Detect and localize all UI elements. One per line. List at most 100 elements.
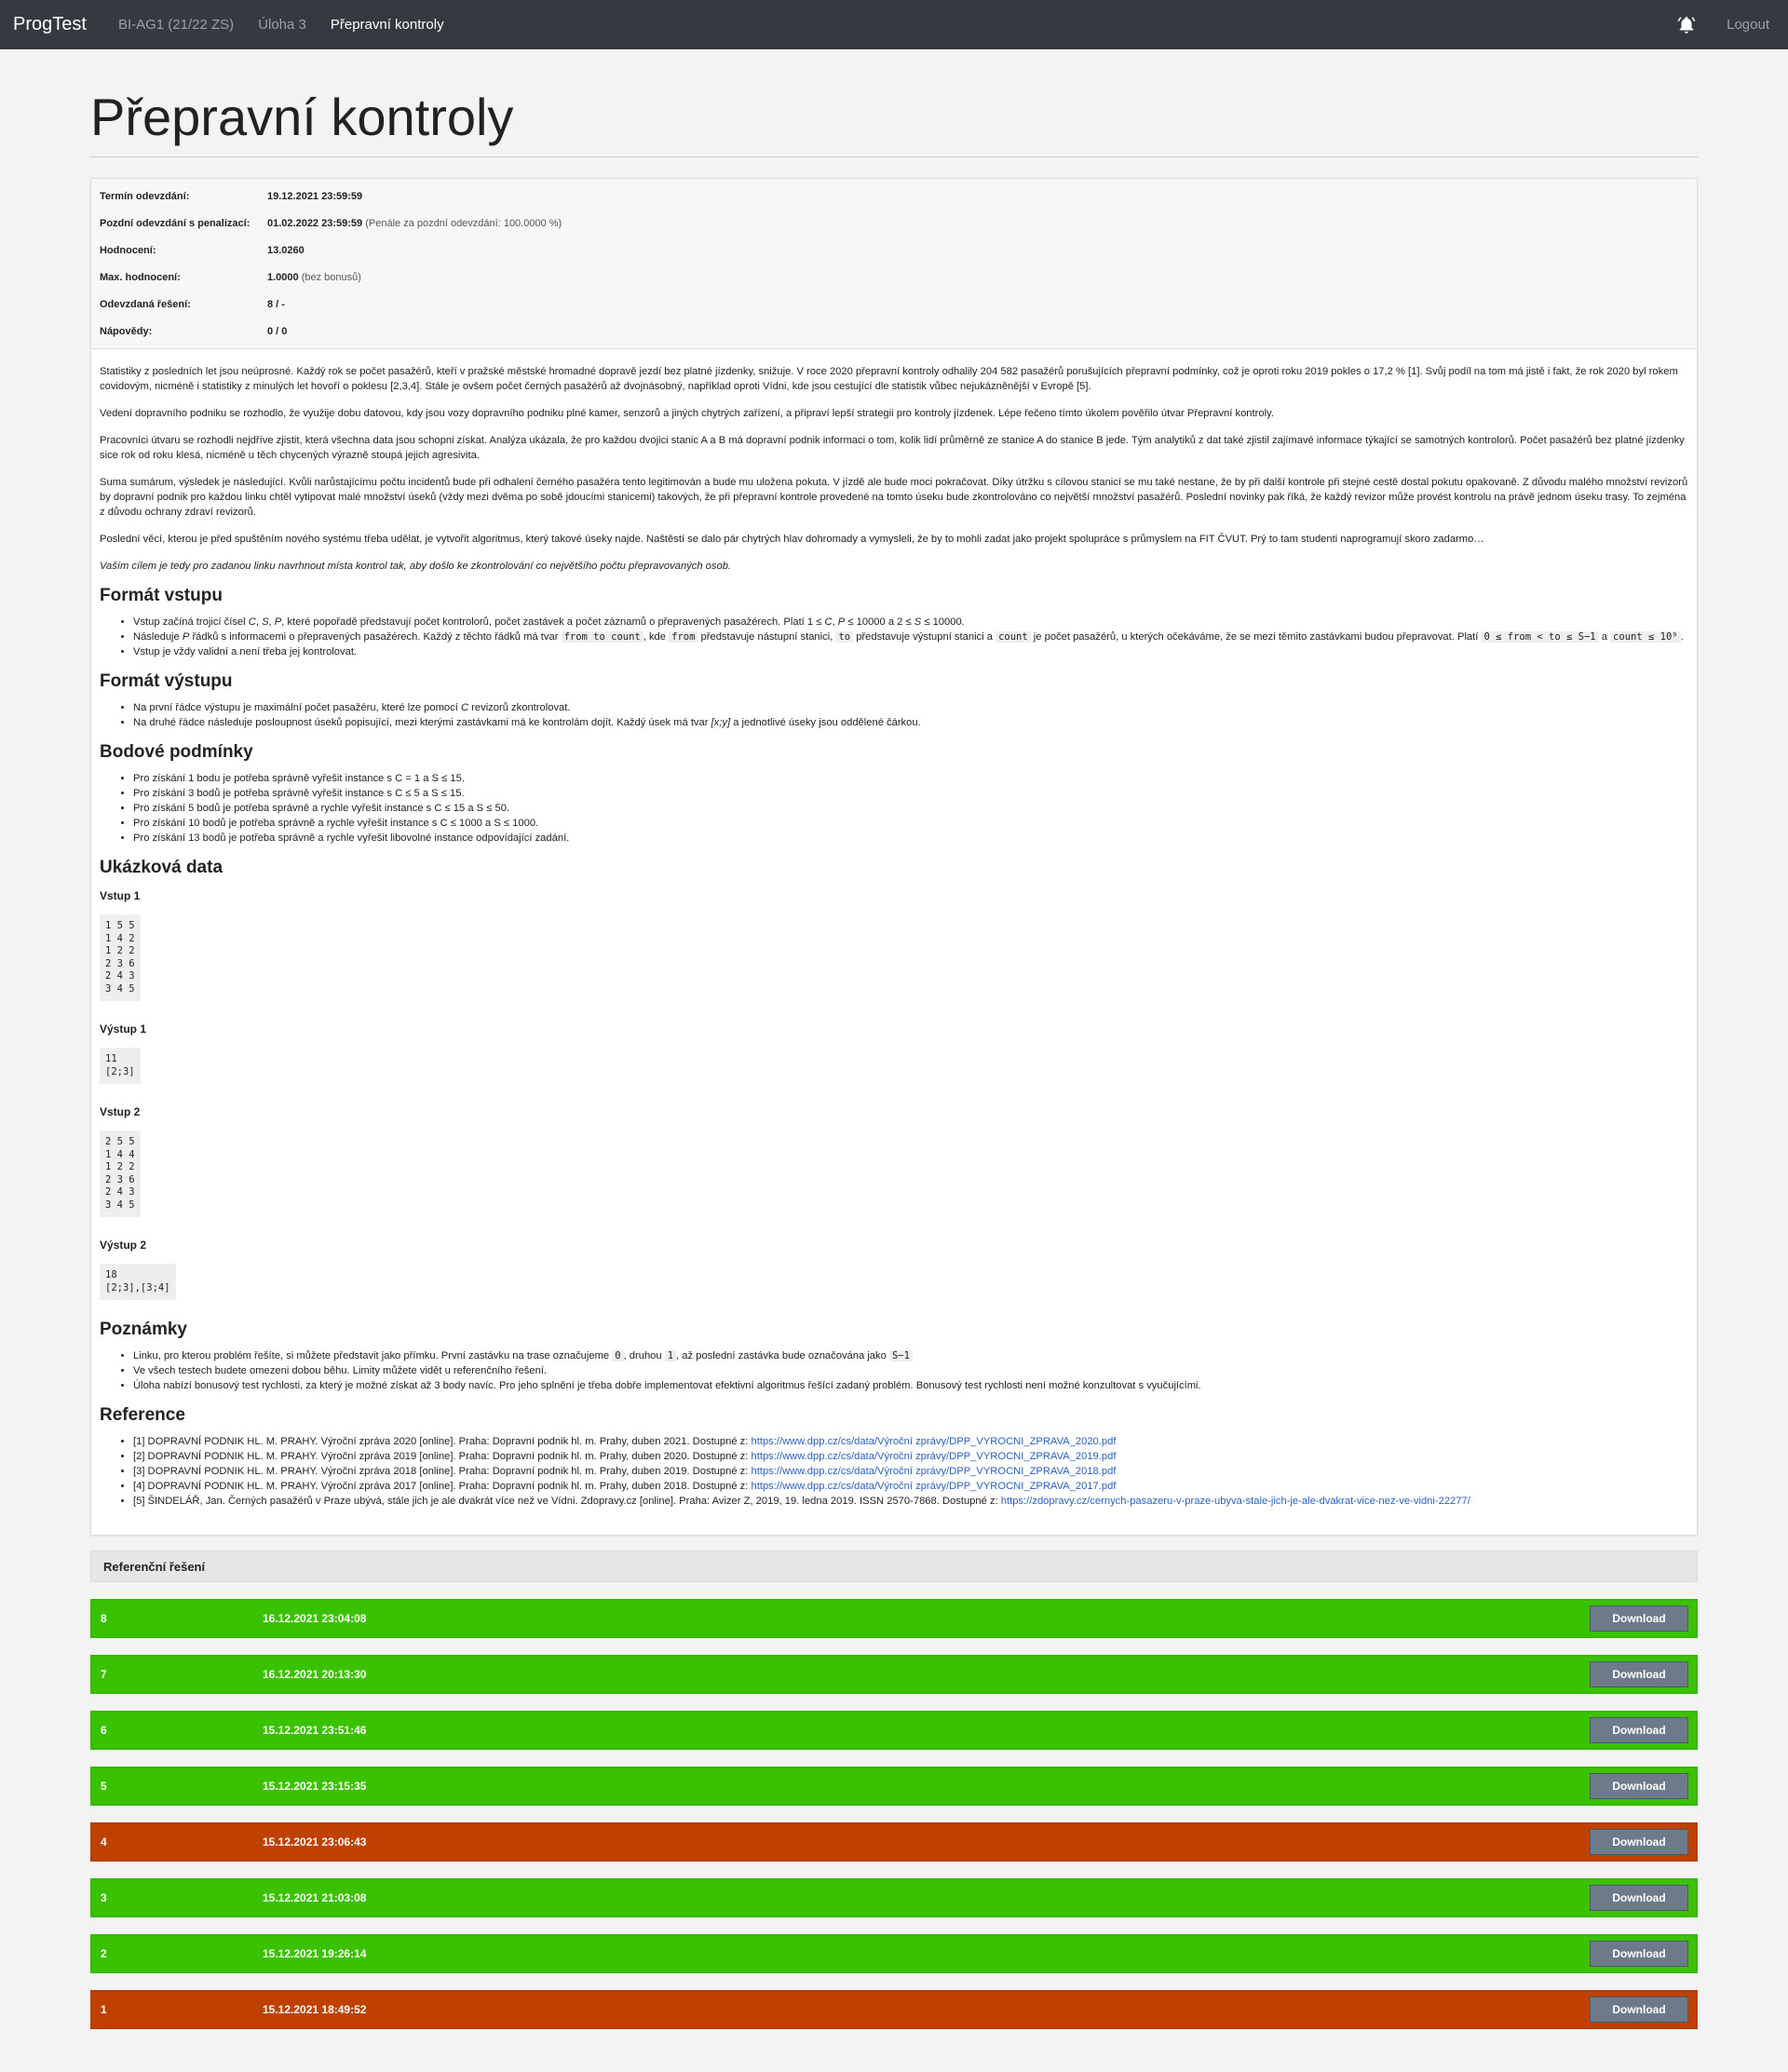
breadcrumb-current[interactable]: Přepravní kontroly	[331, 17, 444, 33]
intro-paragraph: Suma sumárum, výsledek je následující. K…	[100, 477, 1688, 518]
submission-row[interactable]: 2 15.12.2021 19:26:14 Download	[90, 1934, 1698, 1973]
submission-row[interactable]: 6 15.12.2021 23:51:46 Download	[90, 1711, 1698, 1750]
info-row: Nápovědy: 0 / 0	[91, 318, 1697, 345]
output-format-list: Na první řádce výstupu je maximální poče…	[100, 700, 1688, 730]
reference-link[interactable]: https://www.dpp.cz/cs/data/Výroční zpráv…	[752, 1451, 1117, 1462]
sample-label: Výstup 1	[100, 1022, 147, 1036]
list-item: Pro získání 3 bodů je potřeba správně vy…	[133, 786, 1688, 801]
task-description: Statistiky z posledních let jsou neúpros…	[91, 349, 1697, 1535]
submission-date: 15.12.2021 23:51:46	[263, 1724, 367, 1737]
goal-text: Vaším cílem je tedy pro zadanou linku na…	[100, 561, 732, 572]
submission-number: 2	[101, 1947, 107, 1960]
info-label: Max. hodnocení:	[100, 271, 181, 283]
submission-date: 16.12.2021 20:13:30	[263, 1668, 367, 1681]
task-info: Termín odevzdání: 19.12.2021 23:59:59 Pozd…	[91, 179, 1697, 349]
list-item: Pro získání 13 bodů je potřeba správně a…	[133, 831, 1688, 846]
samples-heading: Ukázková data	[100, 858, 224, 877]
task-card: Termín odevzdání: 19.12.2021 23:59:59 Pozd…	[90, 178, 1698, 1536]
submission-number: 7	[101, 1668, 107, 1681]
submission-row[interactable]: 1 15.12.2021 18:49:52 Download	[90, 1990, 1698, 2029]
download-button[interactable]: Download	[1590, 1661, 1688, 1687]
info-value: 01.02.2022 23:59:59 (Penále za pozdní od…	[267, 218, 562, 229]
submission-row[interactable]: 8 16.12.2021 23:04:08 Download	[90, 1599, 1698, 1638]
reference-item: [4] DOPRAVNÍ PODNIK HL. M. PRAHY. Výročn…	[133, 1479, 1688, 1494]
samples-list: Vstup 1 1 5 5 1 4 2 1 2 2 2 3 6 2 4 3 3 4…	[100, 888, 1688, 1307]
sample-label: Vstup 1	[100, 889, 141, 902]
references-list: [1] DOPRAVNÍ PODNIK HL. M. PRAHY. Výročn…	[100, 1434, 1688, 1509]
list-item: Pro získání 10 bodů je potřeba správně a…	[133, 816, 1688, 831]
top-navbar: ProgTest BI-AG1 (21/22 ZS) Úloha 3 Přepr…	[0, 0, 1788, 49]
info-label: Termín odevzdání:	[100, 190, 190, 202]
info-value-main: 01.02.2022 23:59:59	[267, 217, 363, 229]
info-value: 8 / -	[267, 299, 285, 310]
info-note: (Penále za pozdní odevzdání: 100.0000 %)	[365, 217, 562, 229]
notes-heading: Poznámky	[100, 1320, 187, 1339]
info-value: 19.12.2021 23:59:59	[267, 191, 362, 202]
sample-code: 2 5 5 1 4 4 1 2 2 2 3 6 2 4 3 3 4 5	[100, 1131, 141, 1217]
reference-link[interactable]: https://zdopravy.cz/cernych-pasazeru-v-p…	[1001, 1496, 1470, 1507]
download-button[interactable]: Download	[1590, 1773, 1688, 1799]
download-button[interactable]: Download	[1590, 1997, 1688, 2023]
info-label: Nápovědy:	[100, 325, 153, 337]
sample-label: Vstup 2	[100, 1105, 141, 1118]
info-label: Odevzdaná řešení:	[100, 298, 191, 310]
breadcrumb-course[interactable]: BI-AG1 (21/22 ZS)	[118, 17, 234, 33]
submission-date: 15.12.2021 21:03:08	[263, 1891, 367, 1904]
submissions-list: 8 16.12.2021 23:04:08 Download 7 16.12.2021 …	[90, 1599, 1698, 2029]
info-value: 1.0000 (bez bonusů)	[267, 272, 361, 283]
breadcrumb-task[interactable]: Úloha 3	[258, 17, 306, 33]
download-button[interactable]: Download	[1590, 1829, 1688, 1855]
info-note: (bez bonusů)	[301, 271, 361, 283]
submission-row[interactable]: 3 15.12.2021 21:03:08 Download	[90, 1878, 1698, 1917]
list-item: Úloha nabízí bonusový test rychlosti, za…	[133, 1378, 1688, 1393]
references-heading: Reference	[100, 1405, 185, 1425]
logout-link[interactable]: Logout	[1727, 17, 1769, 33]
brand-link[interactable]: ProgTest	[13, 14, 87, 35]
submission-row[interactable]: 5 15.12.2021 23:15:35 Download	[90, 1767, 1698, 1806]
info-value-main: 8 / -	[267, 298, 285, 310]
info-value: 13.0260	[267, 245, 305, 256]
bell-icon[interactable]	[1676, 15, 1697, 35]
reference-link[interactable]: https://www.dpp.cz/cs/data/Výroční zpráv…	[752, 1436, 1117, 1447]
info-value-main: 13.0260	[267, 244, 305, 256]
info-label: Pozdní odevzdání s penalizací:	[100, 217, 251, 229]
intro-paragraph: Vedení dopravního podniku se rozhodlo, ž…	[100, 408, 1274, 419]
input-format-list: Vstup začíná trojicí čísel C, S, P, kter…	[100, 615, 1688, 659]
reference-item: [5] ŠINDELÁŘ, Jan. Černých pasažérů v Pr…	[133, 1494, 1688, 1509]
submission-date: 15.12.2021 23:06:43	[263, 1835, 367, 1849]
sample-code: 18 [2;3],[3;4]	[100, 1264, 176, 1300]
reference-link[interactable]: https://www.dpp.cz/cs/data/Výroční zpráv…	[752, 1481, 1117, 1492]
info-value-main: 0 / 0	[267, 325, 288, 337]
reference-item: [3] DOPRAVNÍ PODNIK HL. M. PRAHY. Výročn…	[133, 1464, 1688, 1479]
reference-link[interactable]: https://www.dpp.cz/cs/data/Výroční zpráv…	[752, 1466, 1117, 1477]
sample-code: 1 5 5 1 4 2 1 2 2 2 3 6 2 4 3 3 4 5	[100, 914, 141, 1001]
reference-solution-header[interactable]: Referenční řešení	[90, 1551, 1698, 1582]
notes-list: Linku, pro kterou problém řešíte, si můž…	[100, 1348, 1688, 1393]
submission-date: 15.12.2021 23:15:35	[263, 1780, 367, 1793]
download-button[interactable]: Download	[1590, 1885, 1688, 1911]
submission-number: 8	[101, 1612, 107, 1625]
submission-row[interactable]: 4 15.12.2021 23:06:43 Download	[90, 1822, 1698, 1862]
intro-paragraph: Poslední věcí, kterou je před spuštěním …	[100, 534, 1484, 545]
reference-text: [4] DOPRAVNÍ PODNIK HL. M. PRAHY. Výročn…	[133, 1481, 752, 1492]
submission-number: 4	[101, 1835, 107, 1849]
download-button[interactable]: Download	[1590, 1605, 1688, 1632]
info-value-main: 1.0000	[267, 271, 299, 283]
submission-number: 6	[101, 1724, 107, 1737]
download-button[interactable]: Download	[1590, 1941, 1688, 1967]
info-label: Hodnocení:	[100, 244, 156, 256]
download-button[interactable]: Download	[1590, 1717, 1688, 1743]
submission-date: 15.12.2021 19:26:14	[263, 1947, 367, 1960]
sample-label: Výstup 2	[100, 1239, 147, 1252]
page-content: Přepravní kontroly Termín odevzdání: 19.1…	[90, 49, 1698, 2029]
reference-text: [3] DOPRAVNÍ PODNIK HL. M. PRAHY. Výročn…	[133, 1466, 752, 1477]
reference-text: [5] ŠINDELÁŘ, Jan. Černých pasažérů v Pr…	[133, 1496, 1001, 1507]
list-item: Vstup začíná trojicí čísel C, S, P, kter…	[133, 615, 1688, 630]
info-row: Pozdní odevzdání s penalizací: 01.02.2022…	[91, 210, 1697, 237]
list-item: Vstup je vždy validní a není třeba jej k…	[133, 644, 1688, 659]
submission-row[interactable]: 7 16.12.2021 20:13:30 Download	[90, 1655, 1698, 1694]
list-item: Pro získání 5 bodů je potřeba správně a …	[133, 801, 1688, 816]
reference-item: [1] DOPRAVNÍ PODNIK HL. M. PRAHY. Výročn…	[133, 1434, 1688, 1449]
list-item: Linku, pro kterou problém řešíte, si můž…	[133, 1348, 1688, 1363]
intro-paragraph: Statistiky z posledních let jsou neúpros…	[100, 366, 1678, 392]
